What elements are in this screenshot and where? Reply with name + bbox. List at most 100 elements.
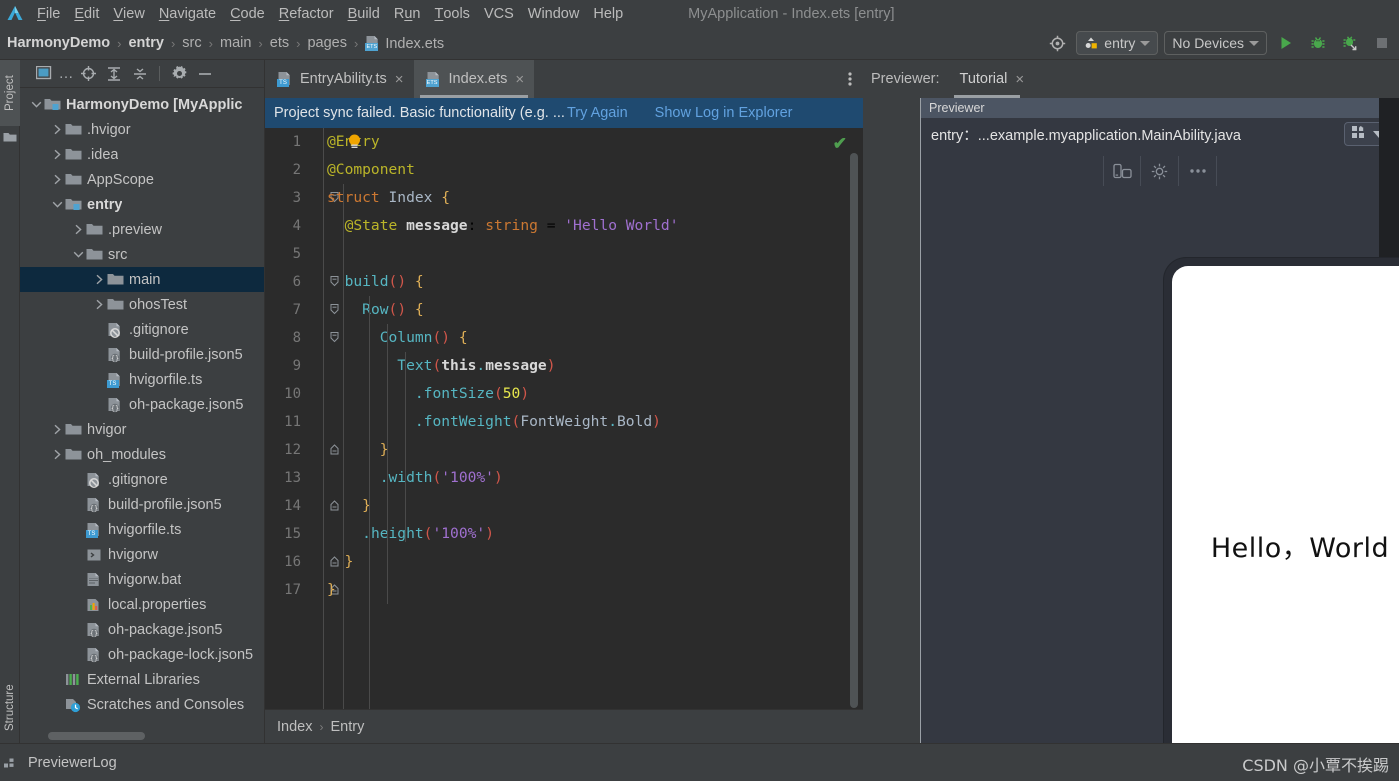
tree-item-main[interactable]: main	[20, 267, 264, 292]
code-line[interactable]: 12 }	[265, 436, 863, 464]
code-editor[interactable]: 1@Entry2@Component3struct Index {4 @Stat…	[265, 128, 863, 743]
code-line[interactable]: 7 Row() {	[265, 296, 863, 324]
chevron-right-icon[interactable]	[49, 174, 65, 185]
code-line[interactable]: 8 Column() {	[265, 324, 863, 352]
chevron-right-icon[interactable]	[49, 449, 65, 460]
intention-bulb-icon[interactable]	[348, 134, 361, 149]
project-tree-horizontal-scrollbar[interactable]	[48, 732, 145, 740]
menu-item-view[interactable]: View	[106, 0, 151, 27]
menu-item-navigate[interactable]: Navigate	[152, 0, 223, 27]
sidebar-item-structure[interactable]: Structure	[0, 671, 20, 745]
tree-item-build-profile-json5[interactable]: {} build-profile.json5	[20, 492, 264, 517]
close-icon[interactable]: ×	[1015, 71, 1024, 88]
toolbar-extra-icon[interactable]	[1369, 30, 1395, 56]
previewer-log-icon[interactable]	[0, 757, 20, 769]
tree-item-oh-modules[interactable]: oh_modules	[20, 442, 264, 467]
structure-crumb-entry[interactable]: Entry	[330, 719, 364, 735]
tree-item--hvigor[interactable]: .hvigor	[20, 117, 264, 142]
code-line[interactable]: 14 }	[265, 492, 863, 520]
breadcrumb-item-ets[interactable]: ets	[270, 35, 289, 51]
menu-item-refactor[interactable]: Refactor	[272, 0, 341, 27]
code-line[interactable]: 16 }	[265, 548, 863, 576]
device-rotate-icon[interactable]	[1103, 156, 1141, 186]
chevron-down-icon[interactable]	[70, 250, 86, 259]
code-line[interactable]: 6 build() {	[265, 268, 863, 296]
chevron-right-icon[interactable]	[49, 124, 65, 135]
breadcrumb-item-pages[interactable]: pages	[307, 35, 347, 51]
code-line[interactable]: 10 .fontSize(50)	[265, 380, 863, 408]
menu-item-vcs[interactable]: VCS	[477, 0, 521, 27]
chevron-right-icon[interactable]	[49, 149, 65, 160]
tree-item-entry[interactable]: entry	[20, 192, 264, 217]
project-view-selector-icon[interactable]	[32, 63, 56, 85]
tree-item-hvigorw[interactable]: hvigorw	[20, 542, 264, 567]
editor-tab-entryability-ts[interactable]: TS EntryAbility.ts ×	[265, 60, 414, 98]
crosshair-icon[interactable]	[1044, 30, 1070, 56]
chevron-down-icon[interactable]	[49, 200, 65, 209]
profile-bug-arrow-icon[interactable]	[1337, 30, 1363, 56]
editor-vertical-scrollbar[interactable]	[850, 153, 858, 708]
code-line[interactable]: 15 .height('100%')	[265, 520, 863, 548]
structure-crumb-index[interactable]: Index	[277, 719, 312, 735]
tree-item-harmonydemo-myapplic[interactable]: HarmonyDemo [MyApplic	[20, 92, 264, 117]
code-line[interactable]: 13 .width('100%')	[265, 464, 863, 492]
editor-tab-index-ets[interactable]: ETS Index.ets ×	[413, 60, 535, 98]
brightness-sun-icon[interactable]	[1141, 156, 1179, 186]
tree-item-hvigorfile-ts[interactable]: TS hvigorfile.ts	[20, 367, 264, 392]
device-selector[interactable]: No Devices	[1164, 31, 1267, 55]
tree-item-local-properties[interactable]: local.properties	[20, 592, 264, 617]
tree-item-src[interactable]: src	[20, 242, 264, 267]
menu-item-help[interactable]: Help	[586, 0, 630, 27]
tab-tutorial[interactable]: Tutorial ×	[952, 60, 1033, 98]
code-line[interactable]: 5	[265, 240, 863, 268]
show-log-in-explorer-link[interactable]: Show Log in Explorer	[655, 105, 793, 121]
tree-item-oh-package-lock-json5[interactable]: {} oh-package-lock.json5	[20, 642, 264, 667]
run-configuration-selector[interactable]: entry	[1076, 31, 1159, 55]
code-line[interactable]: 3 struct Index {	[265, 184, 863, 212]
tree-item--idea[interactable]: .idea	[20, 142, 264, 167]
menu-item-build[interactable]: Build	[341, 0, 387, 27]
tree-item-scratches-and-consoles[interactable]: Scratches and Consoles	[20, 692, 264, 717]
menu-item-run[interactable]: Run	[387, 0, 428, 27]
code-line[interactable]: 11 .fontWeight(FontWeight.Bold)	[265, 408, 863, 436]
previewer-log-label[interactable]: PreviewerLog	[28, 755, 117, 771]
inspection-ok-check-icon[interactable]: ✔	[833, 134, 847, 154]
code-line[interactable]: 17}	[265, 576, 863, 604]
device-preview-screen[interactable]: Hello，World	[1172, 266, 1399, 781]
hide-panel-icon[interactable]	[193, 63, 217, 85]
breadcrumb-item-src[interactable]: src	[182, 35, 201, 51]
breadcrumb-item-entry[interactable]: entry	[128, 35, 163, 51]
tree-item-hvigor[interactable]: hvigor	[20, 417, 264, 442]
editor-structure-breadcrumb[interactable]: Index › Entry	[265, 709, 863, 743]
code-line[interactable]: 9 Text(this.message)	[265, 352, 863, 380]
menu-item-code[interactable]: Code	[223, 0, 272, 27]
tree-item-external-libraries[interactable]: External Libraries	[20, 667, 264, 692]
breadcrumb-item-main[interactable]: main	[220, 35, 251, 51]
menu-item-tools[interactable]: Tools	[427, 0, 476, 27]
tree-item--preview[interactable]: .preview	[20, 217, 264, 242]
menu-item-edit[interactable]: Edit	[67, 0, 106, 27]
try-again-link[interactable]: Try Again	[567, 105, 628, 121]
code-line[interactable]: 4 @State message: string = 'Hello World'	[265, 212, 863, 240]
tree-item-hvigorw-bat[interactable]: hvigorw.bat	[20, 567, 264, 592]
sidebar-item-project[interactable]: Project	[0, 60, 20, 126]
close-icon[interactable]: ×	[395, 71, 404, 88]
breadcrumb-item-harmonydemo[interactable]: HarmonyDemo	[7, 35, 110, 51]
code-line[interactable]: 2 @Component	[265, 156, 863, 184]
more-options-icon[interactable]	[1179, 156, 1217, 186]
tree-item-build-profile-json5[interactable]: {} build-profile.json5	[20, 342, 264, 367]
project-view-more-icon[interactable]: …	[58, 63, 74, 85]
chevron-right-icon[interactable]	[49, 424, 65, 435]
tree-item--gitignore[interactable]: .gitignore	[20, 317, 264, 342]
expand-all-icon[interactable]	[102, 63, 126, 85]
debug-bug-icon[interactable]	[1305, 30, 1331, 56]
tab-overflow-menu-icon[interactable]	[837, 60, 863, 98]
chevron-right-icon[interactable]	[70, 224, 86, 235]
tree-item-hvigorfile-ts[interactable]: TS hvigorfile.ts	[20, 517, 264, 542]
menu-item-window[interactable]: Window	[521, 0, 587, 27]
locate-target-icon[interactable]	[76, 63, 100, 85]
breadcrumb-item-index-ets[interactable]: ETS Index.ets	[365, 35, 444, 52]
tree-item-ohostest[interactable]: ohosTest	[20, 292, 264, 317]
menu-item-file[interactable]: File	[30, 0, 67, 27]
code-lines[interactable]: 1@Entry2@Component3struct Index {4 @Stat…	[265, 128, 863, 743]
